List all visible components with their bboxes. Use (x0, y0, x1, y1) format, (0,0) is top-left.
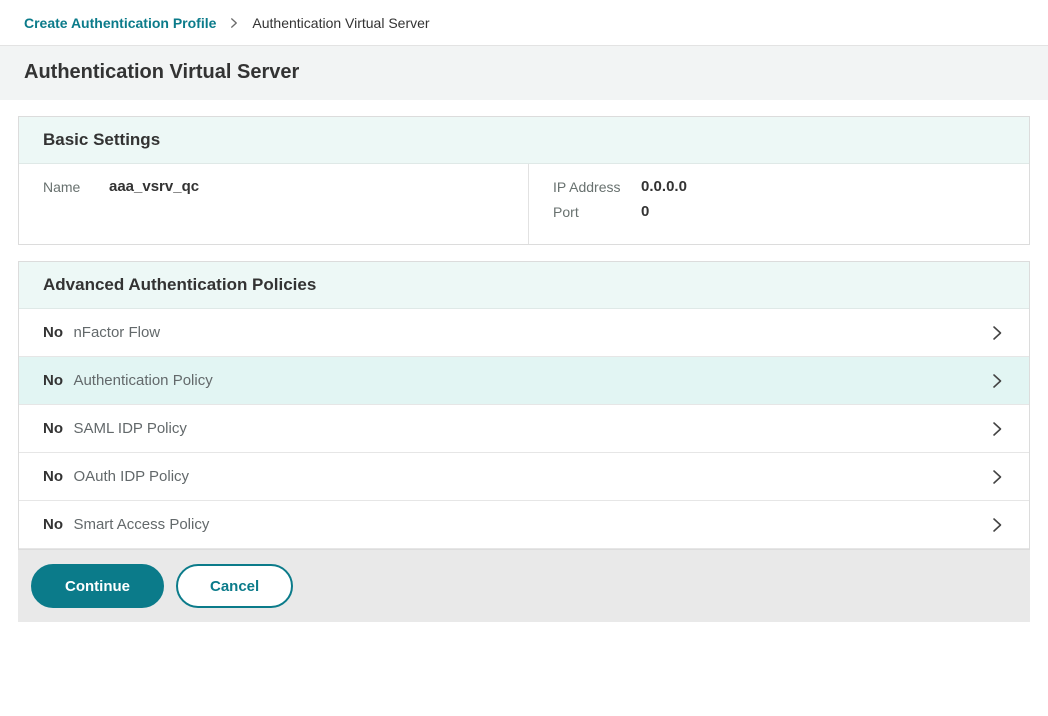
basic-settings-title: Basic Settings (43, 130, 1005, 150)
content: Basic Settings Name aaa_vsrv_qc IP Addre… (0, 100, 1048, 550)
page-title-bar: Authentication Virtual Server (0, 46, 1048, 100)
policy-row-nfactor-flow[interactable]: No nFactor Flow (19, 309, 1029, 357)
breadcrumb-current: Authentication Virtual Server (252, 15, 429, 31)
policy-count: No (43, 468, 63, 485)
ip-address-value: 0.0.0.0 (641, 178, 687, 195)
advanced-policies-panel: Advanced Authentication Policies No nFac… (18, 261, 1030, 550)
policy-label: OAuth IDP Policy (73, 468, 189, 485)
port-label: Port (553, 203, 641, 220)
basic-settings-left-col: Name aaa_vsrv_qc (19, 164, 529, 244)
policy-count: No (43, 372, 63, 389)
cancel-button[interactable]: Cancel (176, 564, 293, 608)
page-title: Authentication Virtual Server (24, 61, 1024, 84)
policy-label: nFactor Flow (73, 324, 160, 341)
chevron-right-icon (989, 469, 1005, 485)
name-label: Name (43, 178, 91, 195)
ip-address-row: IP Address 0.0.0.0 (553, 178, 1005, 195)
breadcrumb: Create Authentication Profile Authentica… (0, 0, 1048, 46)
chevron-right-icon (228, 17, 240, 29)
chevron-right-icon (989, 325, 1005, 341)
port-row: Port 0 (553, 203, 1005, 220)
policy-row-oauth-idp-policy[interactable]: No OAuth IDP Policy (19, 453, 1029, 501)
policy-row-saml-idp-policy[interactable]: No SAML IDP Policy (19, 405, 1029, 453)
footer-action-bar: Continue Cancel (18, 550, 1030, 622)
ip-address-label: IP Address (553, 178, 641, 195)
policy-count: No (43, 516, 63, 533)
policy-count: No (43, 324, 63, 341)
advanced-policies-title: Advanced Authentication Policies (43, 275, 1005, 295)
policy-row-smart-access-policy[interactable]: No Smart Access Policy (19, 501, 1029, 549)
breadcrumb-link-create-authentication-profile[interactable]: Create Authentication Profile (24, 15, 216, 31)
policy-count: No (43, 420, 63, 437)
name-value: aaa_vsrv_qc (109, 178, 199, 195)
basic-settings-right-col: IP Address 0.0.0.0 Port 0 (529, 164, 1029, 244)
policy-label: SAML IDP Policy (73, 420, 186, 437)
basic-settings-panel: Basic Settings Name aaa_vsrv_qc IP Addre… (18, 116, 1030, 245)
advanced-policies-header: Advanced Authentication Policies (19, 262, 1029, 309)
port-value: 0 (641, 203, 649, 220)
policy-row-authentication-policy[interactable]: No Authentication Policy (19, 357, 1029, 405)
policy-label: Authentication Policy (73, 372, 212, 389)
basic-settings-body: Name aaa_vsrv_qc IP Address 0.0.0.0 Port… (19, 164, 1029, 244)
basic-settings-header: Basic Settings (19, 117, 1029, 164)
chevron-right-icon (989, 517, 1005, 533)
continue-button[interactable]: Continue (31, 564, 164, 608)
chevron-right-icon (989, 421, 1005, 437)
chevron-right-icon (989, 373, 1005, 389)
policy-label: Smart Access Policy (73, 516, 209, 533)
